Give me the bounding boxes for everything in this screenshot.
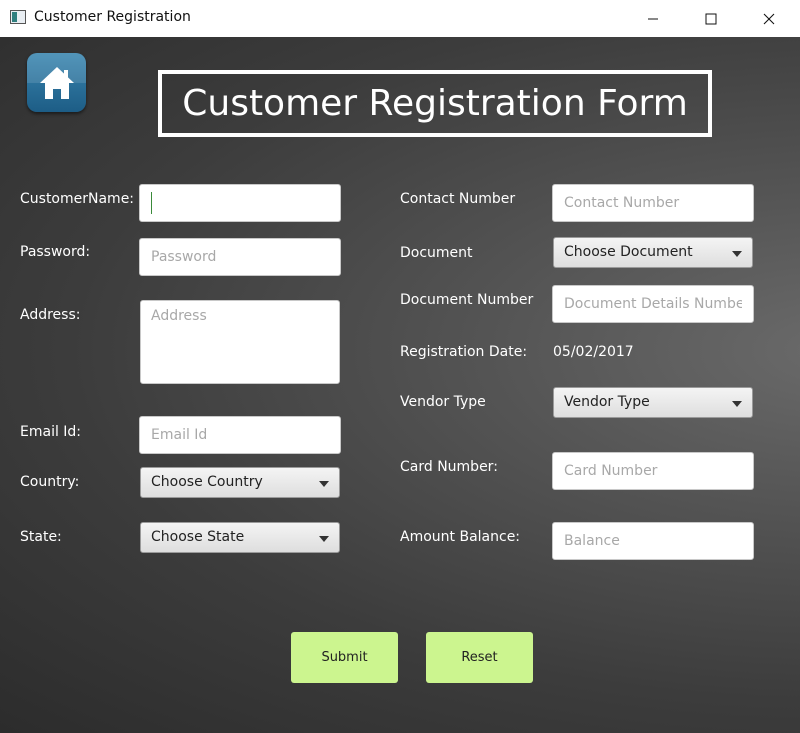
reset-button[interactable]: Reset [426, 632, 533, 683]
home-button[interactable] [27, 53, 86, 112]
window-title: Customer Registration [34, 9, 191, 25]
chevron-down-icon [319, 536, 329, 542]
country-selected-value: Choose Country [151, 474, 263, 490]
password-input[interactable] [140, 239, 340, 275]
amount-balance-label: Amount Balance: [400, 529, 521, 545]
customer-name-label: CustomerName: [20, 191, 135, 207]
card-number-field[interactable] [552, 452, 754, 490]
chevron-down-icon [319, 481, 329, 487]
document-number-field[interactable] [552, 285, 754, 323]
password-field[interactable] [139, 238, 341, 276]
address-field[interactable] [140, 300, 340, 384]
document-dropdown[interactable]: Choose Document [553, 237, 753, 268]
maximize-icon [705, 13, 717, 24]
document-selected-value: Choose Document [564, 244, 693, 260]
email-field[interactable] [139, 416, 341, 454]
amount-balance-field[interactable] [552, 522, 754, 560]
vendor-type-dropdown[interactable]: Vendor Type [553, 387, 753, 418]
document-number-input[interactable] [553, 286, 753, 322]
customer-name-input[interactable] [140, 185, 340, 221]
minimize-button[interactable] [630, 0, 676, 37]
state-selected-value: Choose State [151, 529, 245, 545]
registration-date-label: Registration Date: [400, 344, 528, 360]
email-label: Email Id: [20, 424, 82, 440]
minimize-icon [648, 18, 658, 19]
state-dropdown[interactable]: Choose State [140, 522, 340, 553]
card-number-input[interactable] [553, 453, 753, 489]
email-input[interactable] [140, 417, 340, 453]
text-cursor [151, 192, 152, 214]
contact-number-field[interactable] [552, 184, 754, 222]
document-label: Document [400, 245, 473, 261]
password-label: Password: [20, 244, 91, 260]
maximize-button[interactable] [688, 0, 734, 37]
address-input[interactable] [141, 301, 339, 383]
form-panel: Customer Registration Form CustomerName:… [0, 37, 800, 733]
submit-button[interactable]: Submit [291, 632, 398, 683]
chevron-down-icon [732, 401, 742, 407]
vendor-type-label: Vendor Type [400, 394, 486, 410]
country-dropdown[interactable]: Choose Country [140, 467, 340, 498]
state-label: State: [20, 529, 62, 545]
card-number-label: Card Number: [400, 459, 498, 475]
contact-number-label: Contact Number [400, 191, 516, 207]
title-bar: Customer Registration [0, 0, 800, 37]
home-icon [39, 66, 74, 99]
document-number-label: Document Number [400, 292, 534, 308]
app-window: Customer Registration Customer Registrat… [0, 0, 800, 733]
country-label: Country: [20, 474, 80, 490]
vendor-type-selected-value: Vendor Type [564, 394, 650, 410]
form-title: Customer Registration Form [158, 70, 712, 137]
customer-name-field[interactable] [139, 184, 341, 222]
contact-number-input[interactable] [553, 185, 753, 221]
chevron-down-icon [732, 251, 742, 257]
amount-balance-input[interactable] [553, 523, 753, 559]
app-icon [10, 10, 26, 24]
close-button[interactable] [746, 0, 792, 37]
registration-date-value: 05/02/2017 [553, 344, 634, 360]
close-icon [763, 13, 775, 24]
address-label: Address: [20, 307, 81, 323]
